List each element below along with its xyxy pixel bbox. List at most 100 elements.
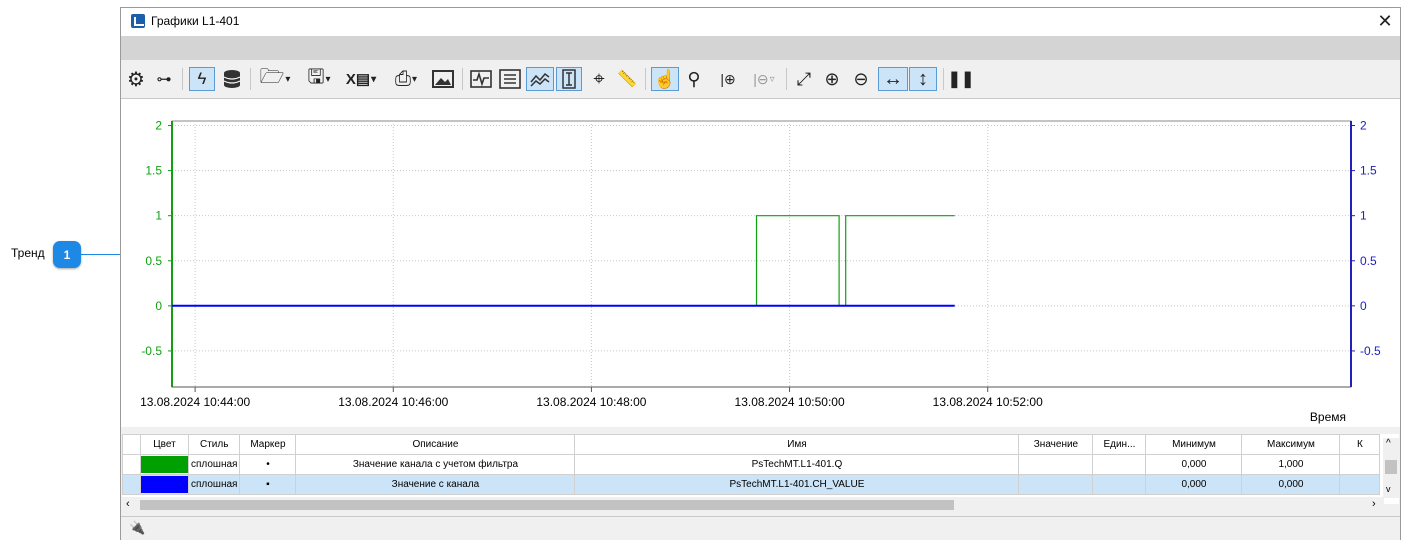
zoom-out-icon[interactable]: ⊖ (848, 67, 874, 91)
toolbar-separator (943, 68, 944, 90)
add-marker-icon[interactable]: |⊕ (717, 67, 739, 91)
hand-pointer-icon[interactable]: ☝ (651, 67, 679, 91)
scroll-up-icon[interactable]: ^ (1386, 438, 1391, 449)
column-header-color[interactable]: Цвет (140, 434, 189, 455)
target-icon[interactable]: ⌖ (586, 67, 612, 91)
unit-cell[interactable] (1092, 474, 1147, 495)
database-icon[interactable] (219, 67, 245, 91)
lightning-icon[interactable]: ϟ (189, 67, 215, 91)
y-tick-label-left: 2 (155, 119, 162, 133)
k-cell[interactable] (1339, 454, 1381, 475)
color-swatch-cell[interactable] (140, 454, 189, 475)
trend-window: Графики L1-401 ✕ ⚙ ⊶ ϟ 🗁▾ 🖫▾ X▤▾ ⎙▾ (120, 7, 1401, 540)
x-tick-label: 13.08.2024 10:48:00 (536, 395, 646, 409)
style-cell[interactable]: сплошная (187, 454, 241, 475)
vertical-scrollbar[interactable]: ^ v (1383, 438, 1399, 498)
style-cell[interactable]: сплошная (187, 474, 241, 495)
description-cell[interactable]: Значение с канала (295, 474, 576, 495)
max-cell[interactable]: 1,000 (1241, 454, 1341, 475)
y-tick-label-right: 1 (1360, 209, 1367, 223)
x-axis-label: Время (1310, 410, 1346, 424)
y-tick-label-left: 1 (155, 209, 162, 223)
color-swatch-cell[interactable] (140, 474, 189, 495)
row-handle[interactable] (122, 474, 141, 495)
color-swatch (141, 456, 188, 473)
print-icon[interactable]: ⎙ ▾ (385, 67, 427, 91)
excel-icon[interactable]: X▤ ▾ (342, 67, 380, 91)
trend-chart-svg: 2 2 1.5 1.5 1 1 0.5 0.5 0 0 -0.5 -0.5 13.08.2024 10:… (140, 119, 1381, 424)
table-header-row: Цвет Стиль Маркер Описание Имя Значение … (122, 434, 1381, 455)
horizontal-scrollbar[interactable]: ‹ › (122, 497, 1384, 513)
channels-grid: Цвет Стиль Маркер Описание Имя Значение … (122, 434, 1381, 495)
name-cell[interactable]: PsTechMT.L1-401.Q (574, 454, 1020, 475)
marker-cell[interactable]: • (239, 454, 297, 475)
column-header-style[interactable]: Стиль (187, 434, 241, 455)
scroll-down-icon[interactable]: v (1386, 484, 1391, 494)
y-tick-label-right: -0.5 (1360, 344, 1381, 358)
zoom-icon[interactable]: ⚲ (681, 67, 707, 91)
value-cell[interactable] (1018, 454, 1094, 475)
horizontal-scale-icon[interactable]: ↔ (878, 67, 908, 91)
unit-cell[interactable] (1092, 454, 1147, 475)
toolbar-separator (462, 68, 463, 90)
row-handle[interactable] (122, 454, 141, 475)
column-header-min[interactable]: Минимум (1145, 434, 1243, 455)
vertical-scroll-thumb[interactable] (1385, 460, 1397, 474)
image-icon[interactable] (430, 67, 456, 91)
y-tick-label-right: 1.5 (1360, 164, 1377, 178)
column-header-k[interactable]: К (1339, 434, 1381, 455)
max-cell[interactable]: 0,000 (1241, 474, 1341, 495)
column-header-description[interactable]: Описание (295, 434, 576, 455)
y-tick-label-right: 0 (1360, 299, 1367, 313)
table-row[interactable]: сплошная • Значение канала с учетом филь… (122, 454, 1381, 475)
open-folder-icon[interactable]: 🗁 ▾ (256, 66, 294, 91)
column-header-value[interactable]: Значение (1018, 434, 1094, 455)
list-icon[interactable] (497, 67, 523, 91)
k-cell[interactable] (1339, 474, 1381, 495)
cursor-bracket-icon[interactable] (556, 67, 582, 91)
vertical-scale-icon[interactable]: ↕ (909, 67, 937, 91)
x-tick-label: 13.08.2024 10:44:00 (140, 395, 250, 409)
gear-icon[interactable]: ⚙ (125, 67, 147, 91)
status-bar: 🔌 (121, 516, 1400, 540)
pulse-icon[interactable] (468, 67, 494, 91)
callout-badge: 1 (53, 241, 81, 268)
column-header-name[interactable]: Имя (574, 434, 1020, 455)
trend-lines-icon[interactable] (526, 67, 554, 91)
column-header-max[interactable]: Максимум (1241, 434, 1341, 455)
header-strip (121, 36, 1400, 60)
column-header-unit[interactable]: Един... (1092, 434, 1147, 455)
toolbar: ⚙ ⊶ ϟ 🗁 ▾ 🖫 ▾ X▤ ▾ ⎙ ▾ ⌖ 📏 ☝ ⚲ |⊕ |⊖ ▿ ⤢… (121, 60, 1400, 98)
remove-marker-icon[interactable]: |⊖ ▿ (747, 67, 781, 91)
y-tick-label-left: -0.5 (141, 344, 162, 358)
pause-icon[interactable]: ❚❚ (948, 67, 975, 91)
y-tick-label-left: 0.5 (145, 254, 162, 268)
scroll-right-icon[interactable]: › (1372, 498, 1376, 510)
column-header-marker[interactable]: Маркер (239, 434, 297, 455)
y-tick-label-left: 0 (155, 299, 162, 313)
zoom-in-icon[interactable]: ⊕ (819, 67, 845, 91)
fit-all-icon[interactable]: ⤢ (791, 67, 817, 91)
scroll-left-icon[interactable]: ‹ (126, 498, 130, 510)
plug-icon: 🔌 (129, 520, 146, 535)
description-cell[interactable]: Значение канала с учетом фильтра (295, 454, 576, 475)
min-cell[interactable]: 0,000 (1145, 454, 1243, 475)
min-cell[interactable]: 0,000 (1145, 474, 1243, 495)
row-handle-header (122, 434, 141, 455)
table-row[interactable]: сплошная ▪ Значение с канала PsTechMT.L1… (122, 474, 1381, 495)
value-cell[interactable] (1018, 474, 1094, 495)
ruler-icon[interactable]: 📏 (614, 67, 640, 91)
title-bar: Графики L1-401 ✕ (121, 8, 1400, 36)
save-icon[interactable]: 🖫 ▾ (299, 66, 339, 91)
horizontal-scroll-thumb[interactable] (140, 500, 954, 510)
trend-chart[interactable]: 2 2 1.5 1.5 1 1 0.5 0.5 0 0 -0.5 -0.5 13.08.2024 10:… (121, 98, 1400, 427)
toolbar-separator (250, 68, 251, 90)
marker-cell[interactable]: ▪ (239, 474, 297, 495)
toolbar-separator (182, 68, 183, 90)
color-swatch (141, 476, 188, 493)
y-tick-label-right: 0.5 (1360, 254, 1377, 268)
close-button[interactable]: ✕ (1374, 10, 1396, 32)
y-tick-label-right: 2 (1360, 119, 1367, 133)
tree-icon[interactable]: ⊶ (151, 67, 177, 91)
name-cell[interactable]: PsTechMT.L1-401.CH_VALUE (574, 474, 1020, 495)
